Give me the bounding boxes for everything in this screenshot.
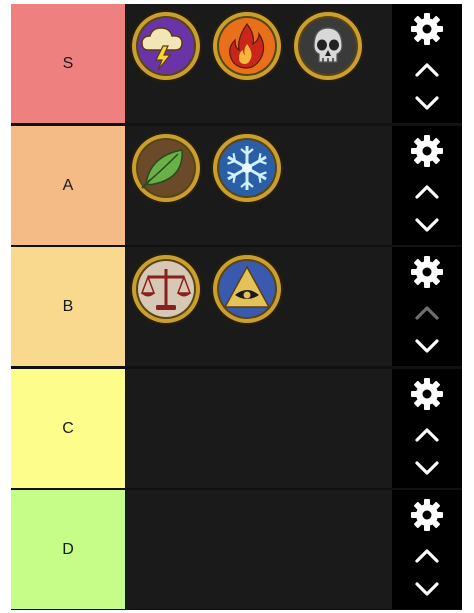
gear-icon[interactable] bbox=[410, 12, 444, 46]
tier-label-d[interactable]: D bbox=[11, 490, 126, 609]
tier-items-s[interactable] bbox=[126, 4, 392, 123]
tier-controls-d bbox=[392, 490, 462, 609]
tier-list-board: S A B C D bbox=[11, 4, 462, 610]
tier-items-b[interactable] bbox=[126, 247, 392, 366]
tier-label-s[interactable]: S bbox=[11, 4, 126, 123]
storm-cloud-icon[interactable] bbox=[128, 8, 204, 84]
eye-pyramid-icon[interactable] bbox=[209, 251, 285, 327]
tier-controls-c bbox=[392, 369, 462, 488]
tier-label-b[interactable]: B bbox=[11, 247, 126, 366]
leaf-icon[interactable] bbox=[128, 130, 204, 206]
chevron-up-icon[interactable] bbox=[413, 424, 441, 446]
tier-items-a[interactable] bbox=[126, 126, 392, 245]
snowflake-icon[interactable] bbox=[209, 130, 285, 206]
flame-icon[interactable] bbox=[209, 8, 285, 84]
chevron-down-icon[interactable] bbox=[413, 457, 441, 479]
chevron-down-icon[interactable] bbox=[413, 92, 441, 114]
gear-icon[interactable] bbox=[410, 377, 444, 411]
tier-items-d[interactable] bbox=[126, 490, 392, 609]
scales-icon[interactable] bbox=[128, 251, 204, 327]
gear-icon[interactable] bbox=[410, 255, 444, 289]
skull-icon[interactable] bbox=[290, 8, 366, 84]
tier-controls-b bbox=[392, 247, 462, 366]
tier-label-a[interactable]: A bbox=[11, 126, 126, 245]
tier-items-c[interactable] bbox=[126, 369, 392, 488]
chevron-down-icon[interactable] bbox=[413, 578, 441, 600]
tier-label-c[interactable]: C bbox=[11, 369, 126, 488]
gear-icon[interactable] bbox=[410, 134, 444, 168]
tier-row-d: D bbox=[11, 490, 462, 609]
tier-row-a: A bbox=[11, 126, 462, 245]
tier-row-c: C bbox=[11, 369, 462, 488]
chevron-down-icon[interactable] bbox=[413, 214, 441, 236]
tier-controls-s bbox=[392, 4, 462, 123]
chevron-up-icon[interactable] bbox=[413, 59, 441, 81]
chevron-down-icon[interactable] bbox=[413, 335, 441, 357]
tier-row-s: S bbox=[11, 4, 462, 123]
gear-icon[interactable] bbox=[410, 498, 444, 532]
tier-row-b: B bbox=[11, 247, 462, 366]
tier-controls-a bbox=[392, 126, 462, 245]
chevron-up-icon[interactable] bbox=[413, 181, 441, 203]
chevron-up-icon[interactable] bbox=[413, 545, 441, 567]
chevron-up-icon[interactable] bbox=[413, 302, 441, 324]
